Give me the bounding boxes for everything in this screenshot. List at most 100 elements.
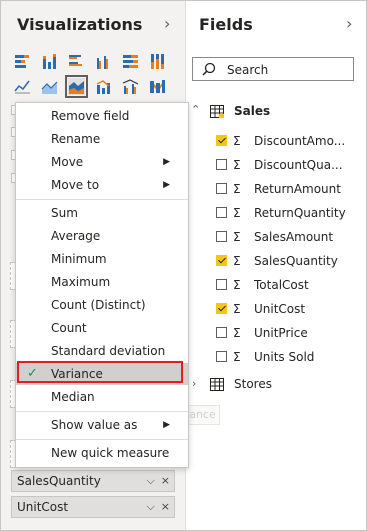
menu-item-rename[interactable]: Rename [16, 128, 188, 150]
field-name: DiscountQua... [254, 158, 343, 172]
field-row[interactable]: Σ ReturnAmount [216, 179, 366, 199]
menu-item-count[interactable]: Count [16, 317, 188, 339]
field-row[interactable]: Σ ReturnQuantity [216, 203, 366, 223]
field-row[interactable]: Σ UnitCost [216, 299, 366, 319]
sigma-icon: Σ [233, 182, 241, 196]
field-name: SalesAmount [254, 230, 334, 244]
line-and-column-chart-icon[interactable] [95, 78, 112, 95]
field-checkbox[interactable] [216, 327, 227, 338]
field-checkbox[interactable] [216, 303, 227, 314]
menu-item-label: Count (Distinct) [51, 298, 146, 312]
sigma-icon: Σ [233, 158, 241, 172]
field-name: ReturnQuantity [254, 206, 346, 220]
field-name: ReturnAmount [254, 182, 341, 196]
field-checkbox[interactable] [216, 135, 227, 146]
sigma-icon: Σ [233, 134, 241, 148]
menu-item-average[interactable]: Average [16, 225, 188, 247]
menu-item-label: Median [51, 390, 95, 404]
percent-stacked-column-icon[interactable] [149, 53, 166, 70]
menu-item-count-distinct[interactable]: Count (Distinct) [16, 294, 188, 316]
field-row[interactable]: Σ DiscountQua... [216, 155, 366, 175]
stacked-bar-chart-icon[interactable] [14, 53, 31, 70]
field-pill-salesquantity[interactable]: SalesQuantity ⌵ × [11, 470, 175, 492]
table-icon [210, 105, 224, 118]
table-name-stores[interactable]: Stores [234, 377, 272, 391]
sigma-icon: Σ [233, 254, 241, 268]
sigma-icon: Σ [233, 278, 241, 292]
menu-separator [16, 439, 188, 440]
sigma-icon: Σ [233, 230, 241, 244]
menu-item-move[interactable]: Move ▶ [16, 151, 188, 173]
field-name: DiscountAmo... [254, 134, 346, 148]
sigma-icon: Σ [233, 302, 241, 316]
field-name: UnitCost [254, 302, 306, 316]
stacked-area-chart-icon[interactable] [65, 75, 88, 98]
menu-item-remove-field[interactable]: Remove field [16, 105, 188, 127]
submenu-arrow-icon: ▶ [163, 180, 170, 190]
clustered-bar-chart-icon[interactable] [68, 53, 85, 70]
menu-item-show-value-as[interactable]: Show value as ▶ [16, 414, 188, 436]
percent-stacked-bar-icon[interactable] [122, 53, 139, 70]
field-context-menu: Remove field Rename Move ▶ Move to ▶ Sum… [15, 102, 189, 468]
field-name: TotalCost [254, 278, 309, 292]
fields-title: Fields [199, 15, 253, 34]
field-row[interactable]: Σ SalesAmount [216, 227, 366, 247]
table-icon [210, 378, 224, 391]
table-name-sales[interactable]: Sales [234, 104, 270, 118]
expand-table-chevron-icon[interactable]: › [192, 377, 196, 390]
menu-item-label: Show value as [51, 418, 138, 432]
field-checkbox[interactable] [216, 231, 227, 242]
field-row[interactable]: Σ TotalCost [216, 275, 366, 295]
chevron-down-icon[interactable]: ⌵ [146, 500, 154, 514]
field-pill-unitcost[interactable]: UnitCost ⌵ × [11, 496, 175, 518]
menu-item-label: Move to [51, 178, 100, 192]
close-icon[interactable]: × [161, 500, 170, 514]
menu-item-maximum[interactable]: Maximum [16, 271, 188, 293]
field-row[interactable]: Σ UnitPrice [216, 323, 366, 343]
line-chart-icon[interactable] [14, 78, 31, 95]
menu-item-standard-deviation[interactable]: Standard deviation [16, 340, 188, 362]
search-icon [202, 62, 216, 76]
area-chart-icon[interactable] [41, 78, 58, 95]
submenu-arrow-icon: ▶ [163, 157, 170, 167]
ribbon-chart-icon[interactable] [149, 78, 166, 95]
menu-item-median[interactable]: Median [16, 386, 188, 408]
close-icon[interactable]: × [161, 474, 170, 488]
menu-item-label: Sum [51, 206, 78, 220]
menu-separator [16, 199, 188, 200]
field-row[interactable]: Σ DiscountAmo... [216, 131, 366, 151]
menu-item-label: Variance [51, 367, 103, 381]
field-row[interactable]: Σ Units Sold [216, 347, 366, 367]
field-checkbox[interactable] [216, 183, 227, 194]
menu-item-label: Rename [51, 132, 101, 146]
sigma-icon: Σ [233, 326, 241, 340]
menu-item-move-to[interactable]: Move to ▶ [16, 174, 188, 196]
field-name: SalesQuantity [254, 254, 338, 268]
clustered-column-chart-icon[interactable] [95, 53, 112, 70]
menu-item-variance[interactable]: ✓ Variance [16, 363, 188, 385]
submenu-arrow-icon: ▶ [163, 420, 170, 430]
stacked-column-chart-icon[interactable] [41, 53, 58, 70]
menu-item-sum[interactable]: Sum [16, 202, 188, 224]
menu-item-minimum[interactable]: Minimum [16, 248, 188, 270]
menu-separator [16, 411, 188, 412]
collapse-visualizations-icon[interactable]: › [164, 14, 170, 33]
menu-item-label: New quick measure [51, 446, 170, 460]
chevron-down-icon[interactable]: ⌵ [146, 474, 154, 488]
field-checkbox[interactable] [216, 207, 227, 218]
collapse-table-chevron-icon[interactable]: ⌃ [191, 103, 200, 116]
field-checkbox[interactable] [216, 159, 227, 170]
field-checkbox[interactable] [216, 255, 227, 266]
field-row[interactable]: Σ SalesQuantity [216, 251, 366, 271]
collapse-fields-icon[interactable]: › [346, 14, 352, 33]
fields-search-box[interactable] [192, 57, 354, 81]
search-input[interactable] [225, 60, 349, 80]
field-pill-label: SalesQuantity [17, 474, 101, 488]
field-name: UnitPrice [254, 326, 308, 340]
sigma-icon: Σ [233, 206, 241, 220]
menu-item-new-quick-measure[interactable]: New quick measure [16, 442, 188, 464]
menu-item-label: Average [51, 229, 101, 243]
field-checkbox[interactable] [216, 351, 227, 362]
line-and-clustered-column-icon[interactable] [122, 78, 139, 95]
field-checkbox[interactable] [216, 279, 227, 290]
